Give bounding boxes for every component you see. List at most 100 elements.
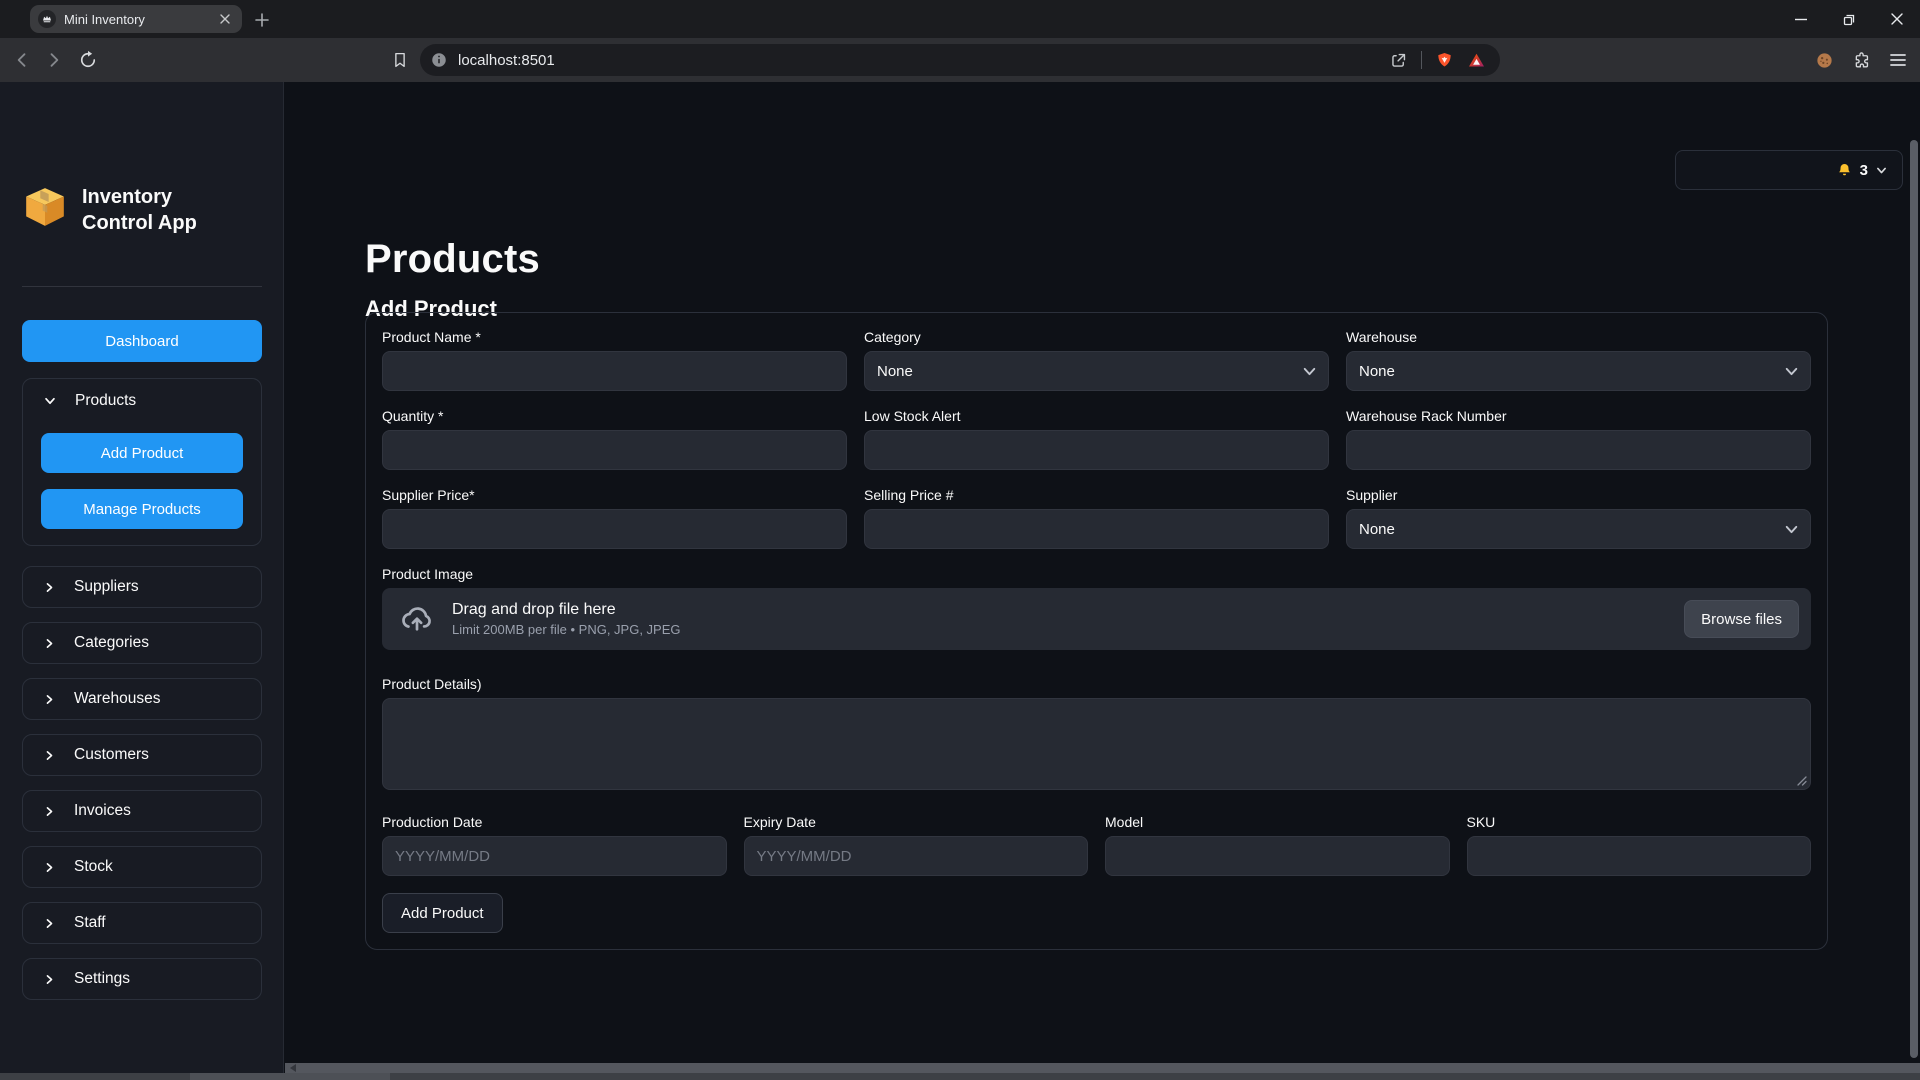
chevron-down-icon xyxy=(1783,521,1800,538)
select-value: None xyxy=(1359,521,1395,538)
field-sku: SKU xyxy=(1467,814,1812,876)
field-label: Quantity * xyxy=(382,408,847,424)
bat-rewards-icon[interactable] xyxy=(1467,51,1486,70)
chevron-down-icon xyxy=(1875,164,1888,177)
expander-label: Warehouses xyxy=(74,690,160,708)
notification-dropdown[interactable]: 3 xyxy=(1675,150,1903,190)
field-warehouse-rack-number: Warehouse Rack Number xyxy=(1346,408,1811,470)
sidebar-expander-customers[interactable]: Customers xyxy=(22,734,262,776)
field-label: Product Details) xyxy=(382,676,1811,692)
product-name-input[interactable] xyxy=(382,351,847,391)
dropzone-title: Drag and drop file here xyxy=(452,601,681,619)
field-label: Expiry Date xyxy=(744,814,1089,830)
window-minimize-button[interactable] xyxy=(1786,6,1816,32)
field-label: Low Stock Alert xyxy=(864,408,1329,424)
chevron-right-icon xyxy=(43,861,56,874)
address-bar[interactable]: localhost:8501 xyxy=(420,44,1500,76)
window-bottom-edge xyxy=(0,1073,1920,1080)
url-text[interactable]: localhost:8501 xyxy=(458,52,1379,69)
back-icon[interactable] xyxy=(10,48,34,72)
selling-price-input[interactable] xyxy=(864,509,1329,549)
dropzone-limit: Limit 200MB per file • PNG, JPG, JPEG xyxy=(452,622,681,637)
chevron-right-icon xyxy=(43,917,56,930)
bookmark-icon[interactable] xyxy=(388,48,412,72)
package-logo-icon xyxy=(22,184,68,230)
field-product-name: Product Name * xyxy=(382,329,847,391)
horizontal-scrollbar[interactable] xyxy=(285,1063,1920,1073)
expander-label: Settings xyxy=(74,970,130,988)
resize-handle-icon[interactable] xyxy=(1796,775,1807,786)
sidebar-expander-invoices[interactable]: Invoices xyxy=(22,790,262,832)
production-date-input[interactable] xyxy=(382,836,727,876)
tab-close-icon[interactable] xyxy=(216,10,234,28)
field-model: Model xyxy=(1105,814,1450,876)
sidebar-dashboard-button[interactable]: Dashboard xyxy=(22,320,262,362)
supplier-select[interactable]: None xyxy=(1346,509,1811,549)
field-production-date: Production Date xyxy=(382,814,727,876)
sidebar-expander-suppliers[interactable]: Suppliers xyxy=(22,566,262,608)
sku-input[interactable] xyxy=(1467,836,1812,876)
field-label: Category xyxy=(864,329,1329,345)
sidebar-manage-products-button[interactable]: Manage Products xyxy=(41,489,243,529)
field-label: Supplier Price* xyxy=(382,487,847,503)
sidebar-expander-staff[interactable]: Staff xyxy=(22,902,262,944)
select-value: None xyxy=(1359,363,1395,380)
field-label: Warehouse Rack Number xyxy=(1346,408,1811,424)
expander-label: Categories xyxy=(74,634,149,652)
window-close-button[interactable] xyxy=(1882,6,1912,32)
category-select[interactable]: None xyxy=(864,351,1329,391)
chevron-down-icon xyxy=(1301,363,1318,380)
sidebar-expander-stock[interactable]: Stock xyxy=(22,846,262,888)
expander-label: Customers xyxy=(74,746,149,764)
field-label: Supplier xyxy=(1346,487,1811,503)
field-label: SKU xyxy=(1467,814,1812,830)
scroll-left-arrow-icon[interactable] xyxy=(290,1064,296,1072)
product-details-textarea[interactable] xyxy=(382,698,1811,790)
browser-tab[interactable]: Mini Inventory xyxy=(30,5,242,33)
select-value: None xyxy=(877,363,913,380)
extensions-puzzle-icon[interactable] xyxy=(1849,48,1873,72)
site-info-icon[interactable] xyxy=(430,51,448,69)
add-product-submit-button[interactable]: Add Product xyxy=(382,893,503,933)
brave-shield-icon[interactable] xyxy=(1435,51,1454,70)
sidebar-expander-settings[interactable]: Settings xyxy=(22,958,262,1000)
chevron-right-icon xyxy=(43,805,56,818)
new-tab-button[interactable] xyxy=(252,10,272,30)
tab-title: Mini Inventory xyxy=(64,12,208,27)
expander-label: Suppliers xyxy=(74,578,139,596)
taskbar-peek-segment xyxy=(190,1073,390,1080)
expander-label: Staff xyxy=(74,914,106,932)
field-low-stock-alert: Low Stock Alert xyxy=(864,408,1329,470)
supplier-price-input[interactable] xyxy=(382,509,847,549)
sidebar-expander-products: Products Add Product Manage Products xyxy=(22,378,262,546)
forward-icon[interactable] xyxy=(42,48,66,72)
expiry-date-input[interactable] xyxy=(744,836,1089,876)
main-content: 3 Products Add Product Product Name * Ca… xyxy=(285,82,1920,1073)
warehouse-select[interactable]: None xyxy=(1346,351,1811,391)
browse-files-button[interactable]: Browse files xyxy=(1684,600,1799,638)
sidebar-expander-categories[interactable]: Categories xyxy=(22,622,262,664)
app-title: Inventory Control App xyxy=(82,184,207,236)
sidebar-expander-warehouses[interactable]: Warehouses xyxy=(22,678,262,720)
cookie-extension-icon[interactable] xyxy=(1812,48,1836,72)
products-expander-header[interactable]: Products xyxy=(23,379,261,423)
reload-icon[interactable] xyxy=(76,48,100,72)
menu-hamburger-icon[interactable] xyxy=(1886,48,1910,72)
window-restore-button[interactable] xyxy=(1834,6,1864,32)
vertical-scrollbar[interactable] xyxy=(1910,140,1918,1058)
chevron-right-icon xyxy=(43,637,56,650)
quantity-input[interactable] xyxy=(382,430,847,470)
field-label: Selling Price # xyxy=(864,487,1329,503)
file-uploader-dropzone[interactable]: Drag and drop file here Limit 200MB per … xyxy=(382,588,1811,650)
tab-favicon-icon xyxy=(38,10,56,28)
add-product-form: Product Name * Category None Warehouse N… xyxy=(365,312,1828,950)
warehouse-rack-number-input[interactable] xyxy=(1346,430,1811,470)
chevron-right-icon xyxy=(43,973,56,986)
model-input[interactable] xyxy=(1105,836,1450,876)
browser-window: Mini Inventory xyxy=(0,0,1920,1080)
chevron-right-icon xyxy=(43,581,56,594)
sidebar-add-product-button[interactable]: Add Product xyxy=(41,433,243,473)
low-stock-alert-input[interactable] xyxy=(864,430,1329,470)
share-icon[interactable] xyxy=(1389,51,1408,70)
field-quantity: Quantity * xyxy=(382,408,847,470)
